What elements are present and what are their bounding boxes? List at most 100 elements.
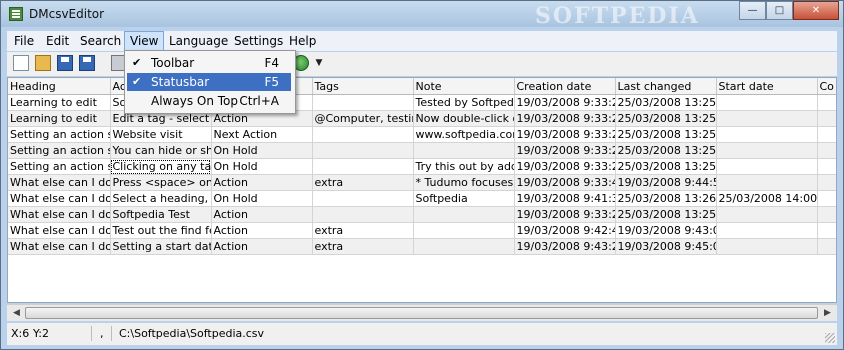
table-cell[interactable]: extra — [312, 238, 414, 255]
menu-search[interactable]: Search — [75, 31, 126, 51]
table-cell[interactable]: Action — [211, 206, 313, 223]
scroll-left-icon[interactable]: ◀ — [8, 306, 25, 320]
table-cell[interactable]: You can hide or show — [110, 142, 212, 159]
table-cell[interactable]: Setting an action sta — [8, 158, 111, 175]
table-cell[interactable] — [413, 142, 515, 159]
table-cell[interactable] — [312, 142, 414, 159]
save-icon[interactable] — [57, 55, 73, 71]
table-cell[interactable] — [716, 206, 818, 223]
table-cell[interactable]: * Tudumo focuses he — [413, 174, 515, 191]
table-cell[interactable]: Softpedia — [413, 190, 515, 207]
table-cell[interactable]: Try this out by addin — [413, 158, 515, 175]
menu-item-statusbar[interactable]: ✔ Statusbar F5 — [127, 73, 291, 91]
table-cell[interactable]: Learning to edit — [8, 110, 111, 127]
table-cell[interactable] — [817, 174, 836, 191]
table-cell[interactable]: On Hold — [211, 190, 313, 207]
open-folder-icon[interactable] — [35, 55, 51, 71]
title-bar[interactable]: DMcsvEditor SOFTPEDIA — □ ✕ — [1, 1, 843, 29]
table-cell[interactable]: On Hold — [211, 158, 313, 175]
col-creation-date[interactable]: Creation date — [514, 78, 616, 95]
table-cell[interactable]: Now double-click on — [413, 110, 515, 127]
table-cell[interactable]: 19/03/2008 9:33:24 — [514, 158, 616, 175]
table-row[interactable]: Setting an action staClicking on any tag… — [8, 158, 836, 175]
table-cell[interactable]: Setting a start date — [110, 238, 212, 255]
menu-file[interactable]: File — [9, 31, 39, 51]
table-cell[interactable]: 25/03/2008 13:26:4 — [615, 190, 717, 207]
menu-help[interactable]: Help — [284, 31, 321, 51]
table-cell[interactable] — [716, 110, 818, 127]
dropdown-arrow-icon[interactable]: ▼ — [311, 55, 327, 71]
table-row[interactable]: What else can I do? Setting a start date A… — [8, 238, 836, 255]
table-cell[interactable]: Learning to edit — [8, 94, 111, 111]
table-cell[interactable] — [817, 142, 836, 159]
table-cell[interactable] — [716, 174, 818, 191]
table-cell[interactable]: Website visit — [110, 126, 212, 143]
table-cell[interactable]: Action — [211, 238, 313, 255]
table-cell[interactable] — [413, 222, 515, 239]
table-cell[interactable] — [413, 206, 515, 223]
table-cell[interactable]: Setting an action sta — [8, 126, 111, 143]
table-cell[interactable]: 25/03/2008 13:25:3 — [615, 158, 717, 175]
table-cell[interactable]: www.softpedia.com — [413, 126, 515, 143]
table-row[interactable]: What else can I do?Press <space> on thAc… — [8, 174, 836, 191]
table-cell[interactable]: What else can I do? — [8, 174, 111, 191]
table-cell[interactable] — [312, 158, 414, 175]
table-cell[interactable]: Action — [211, 174, 313, 191]
table-cell[interactable]: 25/03/2008 14:00:0 — [716, 190, 818, 207]
table-cell[interactable]: 19/03/2008 9:33:24 — [514, 126, 616, 143]
table-cell[interactable] — [817, 206, 836, 223]
table-cell[interactable]: 19/03/2008 9:45:06 — [615, 238, 717, 255]
save-as-icon[interactable] — [79, 55, 95, 71]
table-cell[interactable] — [716, 126, 818, 143]
table-cell[interactable]: extra — [312, 174, 414, 191]
scroll-thumb[interactable] — [25, 307, 818, 319]
table-cell[interactable]: Clicking on any tags — [110, 158, 212, 175]
menu-item-toolbar[interactable]: ✔ Toolbar F4 — [127, 54, 291, 72]
close-button[interactable]: ✕ — [793, 1, 839, 20]
table-cell[interactable]: 19/03/2008 9:42:42 — [514, 222, 616, 239]
table-cell[interactable]: 19/03/2008 9:33:24 — [514, 206, 616, 223]
table-cell[interactable]: What else can I do? — [8, 190, 111, 207]
maximize-button[interactable]: □ — [766, 1, 793, 20]
col-note[interactable]: Note — [413, 78, 515, 95]
table-cell[interactable]: Test out the find fea — [110, 222, 212, 239]
scroll-right-icon[interactable]: ▶ — [819, 306, 836, 320]
table-row[interactable]: What else can I do?Select a heading, anO… — [8, 190, 836, 207]
table-cell[interactable]: Softpedia Test — [110, 206, 212, 223]
table-cell[interactable]: @Computer, testing — [312, 110, 414, 127]
menu-view[interactable]: View — [124, 31, 165, 51]
table-cell[interactable] — [716, 158, 818, 175]
table-cell[interactable] — [817, 190, 836, 207]
table-cell[interactable]: 25/03/2008 13:25:3 — [615, 110, 717, 127]
table-cell[interactable] — [817, 126, 836, 143]
table-cell[interactable]: Select a heading, an — [110, 190, 212, 207]
table-cell[interactable] — [413, 238, 515, 255]
table-row[interactable]: What else can I do?Test out the find fea… — [8, 222, 836, 239]
table-cell[interactable] — [716, 142, 818, 159]
col-last-changed[interactable]: Last changed — [615, 78, 717, 95]
table-cell[interactable]: 19/03/2008 9:33:24 — [514, 110, 616, 127]
table-cell[interactable]: 19/03/2008 9:44:54 — [615, 174, 717, 191]
table-cell[interactable] — [716, 222, 818, 239]
table-cell[interactable]: What else can I do? — [8, 222, 111, 239]
table-cell[interactable] — [817, 110, 836, 127]
menu-language[interactable]: Language — [164, 31, 233, 51]
new-file-icon[interactable] — [13, 55, 29, 71]
table-cell[interactable] — [716, 238, 818, 255]
menu-item-always-on-top[interactable]: Always On Top Ctrl+A — [127, 92, 291, 110]
table-cell[interactable]: 19/03/2008 9:41:30 — [514, 190, 616, 207]
table-cell[interactable]: 25/03/2008 13:25:0 — [615, 206, 717, 223]
table-cell[interactable]: 25/03/2008 13:25:3 — [615, 94, 717, 111]
table-cell[interactable] — [817, 238, 836, 255]
table-cell[interactable]: 25/03/2008 13:25:5 — [615, 126, 717, 143]
table-row[interactable]: Setting an action staYou can hide or sho… — [8, 142, 836, 159]
table-row[interactable]: Setting an action staWebsite visitNext A… — [8, 126, 836, 143]
table-cell[interactable] — [716, 94, 818, 111]
table-row[interactable]: What else can I do? Softpedia Test Action 1… — [8, 206, 836, 223]
table-cell[interactable] — [817, 222, 836, 239]
table-cell[interactable] — [312, 94, 414, 111]
col-start-date[interactable]: Start date — [716, 78, 818, 95]
menu-settings[interactable]: Settings — [229, 31, 288, 51]
col-heading[interactable]: Heading — [8, 78, 111, 95]
table-cell[interactable]: 19/03/2008 9:33:24 — [514, 94, 616, 111]
